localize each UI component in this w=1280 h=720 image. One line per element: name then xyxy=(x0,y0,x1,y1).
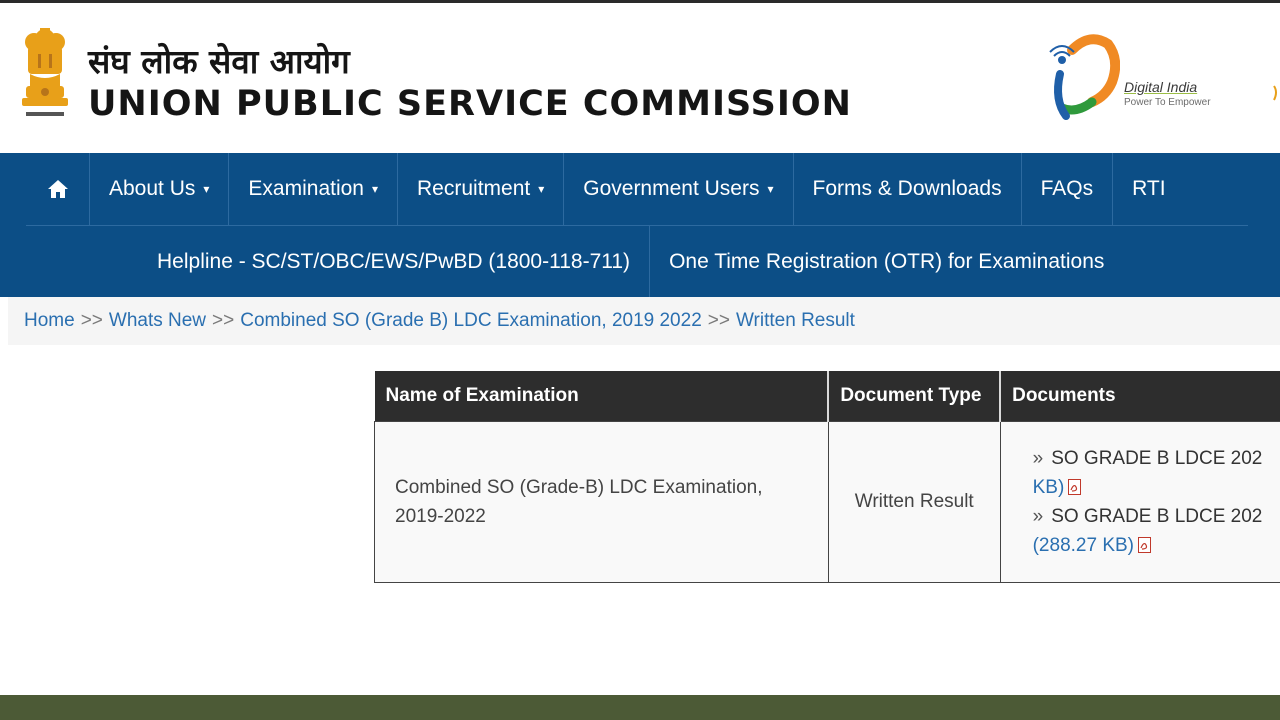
pdf-icon[interactable] xyxy=(1068,478,1082,495)
nav-home[interactable] xyxy=(26,153,90,225)
document-type-cell: Written Result xyxy=(827,420,1001,583)
exam-name-line1: Combined SO (Grade-B) LDC Examination, xyxy=(395,476,763,498)
main-navigation: About Us ▾ Examination ▾ Recruitment ▾ Gove… xyxy=(0,153,1280,297)
nav-recruitment[interactable]: Recruitment ▾ xyxy=(398,153,565,225)
chevron-down-icon: ▾ xyxy=(203,182,210,196)
document-size-line-1: KB) xyxy=(1033,473,1280,502)
nav-examination[interactable]: Examination ▾ xyxy=(229,153,399,225)
documents-cell: » SO GRADE B LDCE 202 KB) » SO GRADE B LDC… xyxy=(999,420,1280,583)
breadcrumb-separator: >> xyxy=(707,310,730,331)
nav-examination-label: Examination xyxy=(248,177,364,200)
nav-otr-label: One Time Registration (OTR) for Examinat… xyxy=(669,249,1105,273)
document-size-1[interactable]: KB) xyxy=(1033,477,1065,498)
document-title-1[interactable]: SO GRADE B LDCE 202 xyxy=(1051,448,1262,469)
breadcrumb-home[interactable]: Home xyxy=(24,310,75,332)
document-link-2[interactable]: » SO GRADE B LDCE 202 xyxy=(1033,502,1280,531)
nav-otr[interactable]: One Time Registration (OTR) for Examinat… xyxy=(650,226,1123,297)
ashoka-emblem-icon xyxy=(22,28,68,116)
breadcrumb-current: Written Result xyxy=(735,310,855,331)
breadcrumb-separator: >> xyxy=(80,310,103,331)
nav-rti-label: RTI xyxy=(1132,177,1166,200)
digital-india-logo-icon[interactable] xyxy=(1046,30,1120,130)
nav-about-us[interactable]: About Us ▾ xyxy=(90,153,230,225)
nav-about-us-label: About Us xyxy=(109,177,196,200)
pdf-icon[interactable] xyxy=(1138,536,1152,553)
document-size-2[interactable]: (288.27 KB) xyxy=(1033,535,1134,556)
nav-recruitment-label: Recruitment xyxy=(417,177,531,200)
partial-logo-icon xyxy=(1273,85,1277,101)
nav-helpline[interactable]: Helpline - SC/ST/OBC/EWS/PwBD (1800-118-… xyxy=(138,226,651,297)
footer-bar xyxy=(0,695,1280,720)
document-size-line-2: (288.27 KB) xyxy=(1033,531,1280,560)
nav-faqs[interactable]: FAQs xyxy=(1022,153,1114,225)
nav-government-users-label: Government Users xyxy=(583,177,760,200)
document-link-1[interactable]: » SO GRADE B LDCE 202 xyxy=(1033,444,1280,473)
breadcrumb: Home >> Whats New >> Combined SO (Grade … xyxy=(8,297,1280,345)
nav-row-secondary: Helpline - SC/ST/OBC/EWS/PwBD (1800-118-… xyxy=(138,226,1123,297)
header-documents: Documents xyxy=(1000,371,1280,421)
exam-name-cell: Combined SO (Grade-B) LDC Examination, 2… xyxy=(374,420,829,583)
table-header-row: Name of Examination Document Type Docume… xyxy=(374,371,1280,421)
top-border xyxy=(0,0,1280,3)
results-table: Name of Examination Document Type Docume… xyxy=(374,371,1280,583)
exam-name-line2: 2019-2022 xyxy=(395,505,486,527)
home-icon xyxy=(47,180,68,198)
hindi-title: संघ लोक सेवा आयोग xyxy=(88,42,350,81)
header-document-type: Document Type xyxy=(828,371,1002,421)
nav-row-primary: About Us ▾ Examination ▾ Recruitment ▾ Gove… xyxy=(26,153,1185,225)
breadcrumb-whats-new[interactable]: Whats New xyxy=(109,310,206,332)
chevron-down-icon: ▾ xyxy=(538,182,545,196)
table-row: Combined SO (Grade-B) LDC Examination, 2… xyxy=(374,420,1280,583)
nav-government-users[interactable]: Government Users ▾ xyxy=(564,153,794,225)
document-title-2[interactable]: SO GRADE B LDCE 202 xyxy=(1051,506,1262,527)
bullet-icon: » xyxy=(1032,447,1044,469)
header-name-of-examination: Name of Examination xyxy=(374,371,830,421)
digital-india-tagline: Power To Empower xyxy=(1124,97,1211,108)
chevron-down-icon: ▾ xyxy=(767,182,774,196)
bullet-icon: » xyxy=(1032,505,1044,527)
nav-forms-downloads-label: Forms & Downloads xyxy=(812,177,1002,200)
nav-rti[interactable]: RTI xyxy=(1113,153,1184,225)
breadcrumb-exam[interactable]: Combined SO (Grade B) LDC Examination, 2… xyxy=(240,310,702,332)
english-title: UNION PUBLIC SERVICE COMMISSION xyxy=(88,84,852,124)
nav-faqs-label: FAQs xyxy=(1040,177,1094,200)
nav-helpline-label: Helpline - SC/ST/OBC/EWS/PwBD (1800-118-… xyxy=(157,249,631,273)
chevron-down-icon: ▾ xyxy=(371,182,379,196)
digital-india-name: Digital India xyxy=(1124,79,1198,95)
breadcrumb-separator: >> xyxy=(212,310,235,331)
nav-forms-downloads[interactable]: Forms & Downloads xyxy=(794,153,1022,225)
